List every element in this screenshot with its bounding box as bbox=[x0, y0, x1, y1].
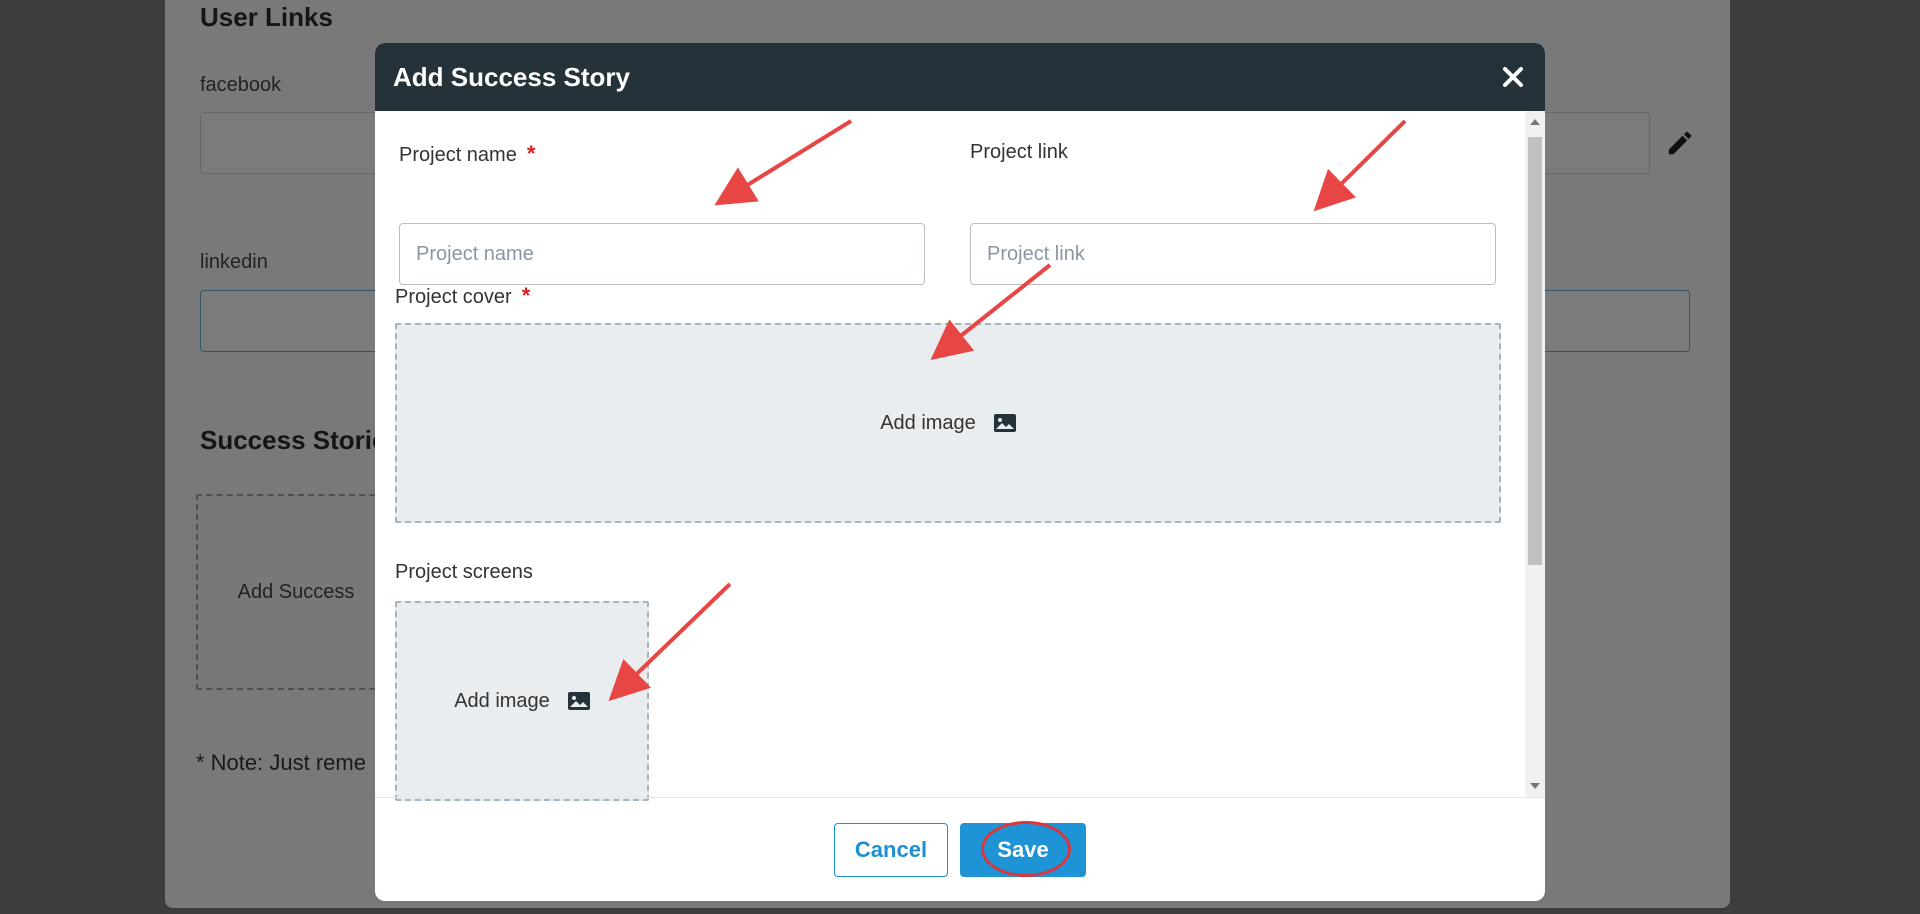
project-cover-label: Project cover * bbox=[395, 283, 530, 309]
modal-header: Add Success Story bbox=[375, 43, 1545, 111]
scroll-down-arrow-icon[interactable] bbox=[1530, 783, 1540, 789]
project-link-input[interactable] bbox=[970, 223, 1496, 285]
add-success-story-modal: Add Success Story Project name * Project … bbox=[375, 43, 1545, 901]
save-button[interactable]: Save bbox=[960, 820, 1086, 877]
scroll-up-arrow-icon[interactable] bbox=[1530, 119, 1540, 125]
required-mark: * bbox=[521, 283, 531, 308]
project-screens-dropzone[interactable]: Add image bbox=[395, 601, 649, 801]
modal-footer: Cancel Save bbox=[375, 797, 1545, 901]
project-name-label-text: Project name bbox=[399, 144, 517, 166]
modal-body: Project name * Project link Project cover… bbox=[375, 111, 1545, 801]
image-icon bbox=[993, 414, 1016, 432]
project-name-label: Project name * bbox=[399, 141, 535, 167]
scroll-thumb[interactable] bbox=[1528, 137, 1542, 565]
close-icon bbox=[1503, 67, 1523, 87]
add-image-label: Add image bbox=[880, 411, 976, 434]
required-mark: * bbox=[526, 141, 536, 166]
image-icon bbox=[567, 692, 590, 710]
close-button[interactable] bbox=[1499, 63, 1527, 91]
project-cover-label-text: Project cover bbox=[395, 286, 512, 308]
cancel-button[interactable]: Cancel bbox=[834, 822, 948, 877]
add-image-label: Add image bbox=[454, 689, 550, 712]
project-screens-label: Project screens bbox=[395, 561, 533, 583]
project-name-input[interactable] bbox=[399, 223, 925, 285]
modal-title: Add Success Story bbox=[393, 61, 630, 92]
modal-scrollbar[interactable] bbox=[1525, 111, 1545, 797]
project-cover-dropzone[interactable]: Add image bbox=[395, 323, 1501, 523]
annotation-circle bbox=[981, 820, 1071, 877]
project-link-label: Project link bbox=[970, 141, 1068, 163]
